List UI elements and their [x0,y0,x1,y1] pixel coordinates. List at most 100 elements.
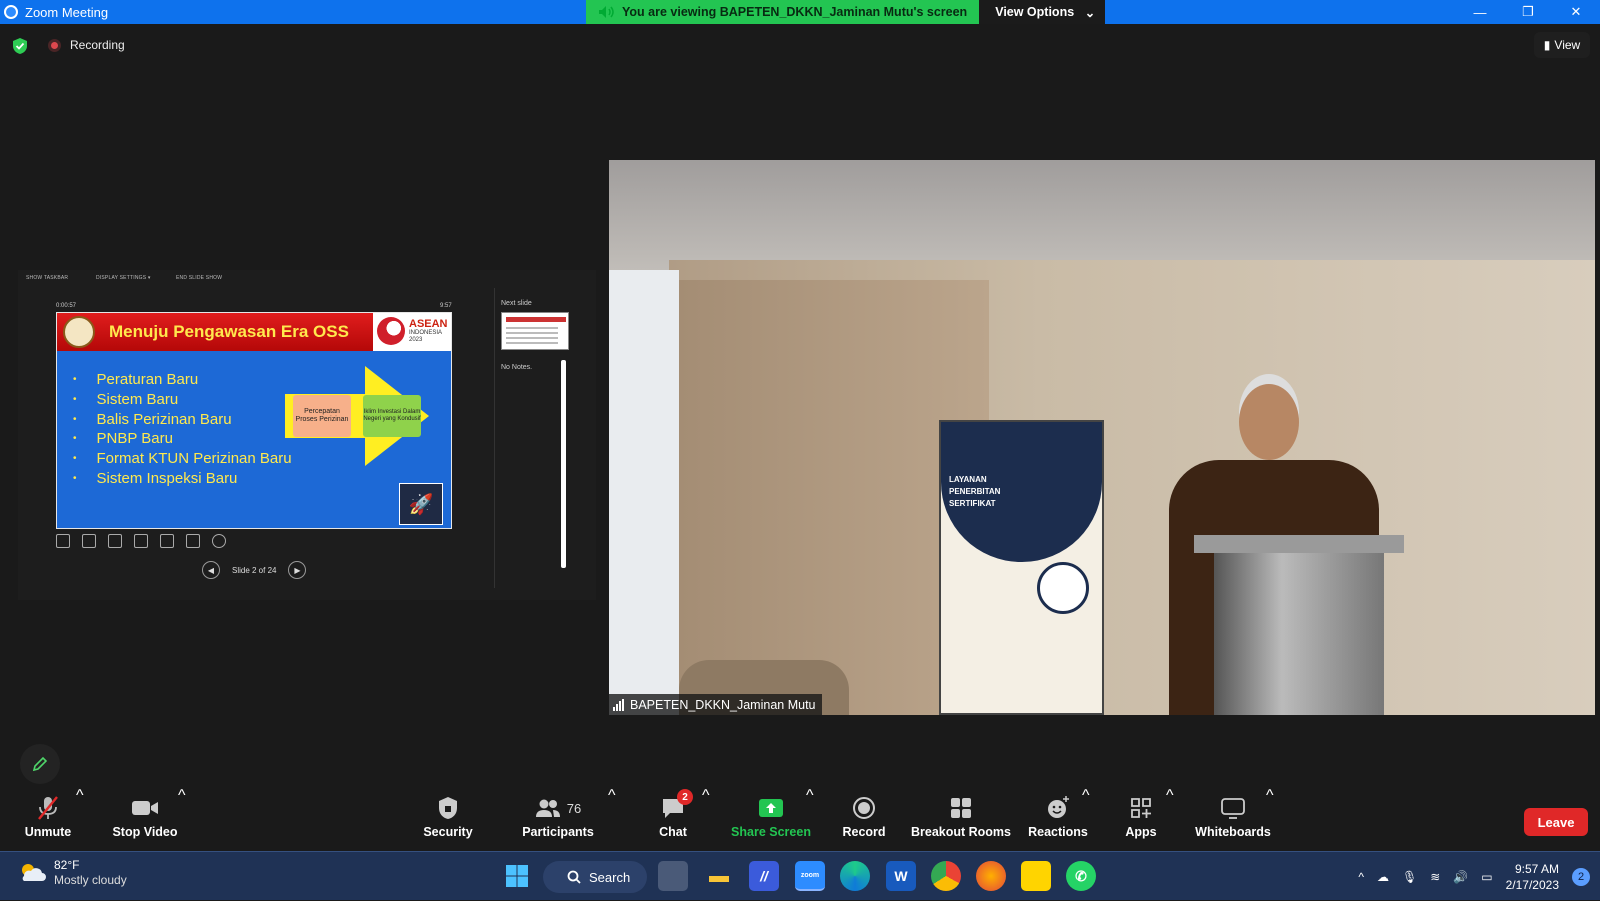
zoom-logo-icon [4,5,18,19]
video-options-caret-icon[interactable]: ^ [178,787,186,805]
chevron-up-icon[interactable]: ^ [1358,870,1364,884]
firefox-browser-icon[interactable] [976,861,1006,891]
slide-counter: Slide 2 of 24 [232,565,277,575]
onedrive-cloud-icon[interactable]: ☁ [1377,870,1389,884]
pencil-icon [32,756,48,772]
apps-label: Apps [1125,825,1157,839]
previous-slide-button[interactable]: ◀ [202,561,220,579]
share-status: You are viewing BAPETEN_DKKN_Jaminan Mut… [586,0,980,24]
presenter-clock: 9:57 [440,303,452,309]
security-shield-icon[interactable] [13,38,27,54]
weather-condition: Mostly cloudy [54,873,127,887]
wifi-icon[interactable]: ≋ [1430,870,1440,884]
taskbar-search[interactable]: Search [543,861,647,893]
chat-label: Chat [659,825,687,839]
annotate-pencil-button[interactable] [20,744,60,784]
battery-icon[interactable]: ▭ [1481,870,1492,884]
end-slide-show-tool: END SLIDE SHOW [176,275,223,281]
breakout-rooms-button[interactable]: Breakout Rooms [911,787,1011,851]
participants-caret-icon[interactable]: ^ [608,787,616,805]
apps-button[interactable]: Apps [1125,787,1157,851]
next-slide-label: Next slide [501,300,532,307]
clock-time: 9:57 AM [1514,861,1559,876]
clock-date: 2/17/2023 [1505,877,1559,892]
next-slide-thumbnail[interactable] [501,312,569,350]
zoom-icon[interactable] [108,534,122,548]
zoom-app-icon[interactable]: zoom [795,861,825,891]
next-slide-button[interactable]: ▶ [288,561,307,579]
restore-button[interactable]: ❐ [1504,0,1552,24]
audio-options-caret-icon[interactable]: ^ [76,787,84,805]
volume-icon[interactable]: 🔊 [1453,870,1468,884]
show-taskbar-tool: SHOW TASKBAR [26,275,69,281]
all-slides-icon[interactable] [82,534,96,548]
bullet-item: Balis Perizinan Baru [73,409,292,429]
minimize-button[interactable]: — [1456,0,1504,24]
video-tile[interactable]: LAYANAN PENERBITAN SERTIFIKAT [609,160,1595,715]
close-button[interactable]: ✕ [1552,0,1600,24]
app-icon[interactable]: // [749,861,779,891]
windows-start-icon[interactable] [502,861,532,891]
task-view-icon[interactable] [658,861,688,891]
bullet-item: Peraturan Baru [73,370,292,390]
reactions-button[interactable]: Reactions [1028,787,1088,851]
participants-label: Participants [522,825,594,839]
window-title: Zoom Meeting [25,4,109,20]
sticky-notes-icon[interactable] [1021,861,1051,891]
microphone-icon[interactable]: 🎙 [1402,870,1417,884]
weather-widget[interactable]: 82°F Mostly cloudy [18,858,127,887]
investment-box: Iklim Investasi Dalam Negeri yang Kondus… [363,395,421,437]
unmute-button[interactable]: Unmute [22,787,74,851]
whiteboards-label: Whiteboards [1195,825,1271,839]
recording-label[interactable]: Recording [70,38,125,52]
leave-button[interactable]: Leave [1524,808,1588,836]
share-screen-icon [759,799,783,817]
meeting-toolbar: Unmute ^ Stop Video ^ Security 76 Partic… [0,787,1600,851]
notification-badge[interactable]: 2 [1572,867,1590,886]
subtitle-icon[interactable] [160,534,174,548]
stop-video-label: Stop Video [112,825,178,839]
edge-browser-icon[interactable] [840,861,870,891]
stop-video-button[interactable]: Stop Video [112,787,178,851]
participants-button[interactable]: 76 Participants [522,787,594,851]
bullet-item: PNBP Baru [73,429,292,449]
record-label: Record [842,825,886,839]
view-options-label: View Options [995,5,1075,19]
window-controls: — ❐ ✕ [1456,0,1600,24]
security-button[interactable]: Security [420,787,476,851]
view-layout-icon: ▮ [1543,38,1551,52]
apps-caret-icon[interactable]: ^ [1166,787,1174,805]
view-options-button[interactable]: View Options ⌄ [979,0,1106,24]
more-options-icon[interactable] [212,534,226,548]
share-caret-icon[interactable]: ^ [806,787,814,805]
participant-name: BAPETEN_DKKN_Jaminan Mutu [630,697,816,712]
bullet-item: Sistem Inspeksi Baru [73,468,292,488]
slide-title: Menuju Pengawasan Era OSS [109,322,349,341]
whiteboards-caret-icon[interactable]: ^ [1266,787,1274,805]
record-button[interactable]: Record [842,787,886,851]
whiteboards-button[interactable]: Whiteboards [1195,787,1271,851]
pen-icon[interactable] [56,534,70,548]
whatsapp-icon[interactable]: ✆ [1066,861,1096,891]
chrome-browser-icon[interactable] [931,861,961,891]
taskbar-clock[interactable]: 9:57 AM 2/17/2023 [1506,861,1559,893]
chat-button[interactable]: 2 Chat [656,787,693,851]
notes-scrollbar[interactable] [561,360,566,568]
camera-off-icon[interactable] [186,534,200,548]
asean-title: ASEAN [409,318,448,330]
share-screen-button[interactable]: Share Screen [731,787,811,851]
view-label: View [1554,38,1581,52]
view-button[interactable]: ▮ View [1534,32,1590,58]
notes-text: No Notes. [501,364,533,371]
bullet-item: Sistem Baru [73,390,292,410]
pointer-icon[interactable] [134,534,148,548]
participants-icon [535,799,560,817]
slide-navigation: ◀ Slide 2 of 24 ▶ [202,561,307,579]
reactions-caret-icon[interactable]: ^ [1082,787,1090,805]
word-app-icon[interactable]: W [886,861,916,891]
file-explorer-icon[interactable]: ▬ [704,861,734,891]
banner-text: LAYANAN PENERBITAN SERTIFIKAT [949,475,1001,508]
cloudy-weather-icon [22,863,46,881]
chat-caret-icon[interactable]: ^ [702,787,710,805]
shared-screen[interactable]: SHOW TASKBAR DISPLAY SETTINGS ▾ END SLID… [18,270,596,600]
